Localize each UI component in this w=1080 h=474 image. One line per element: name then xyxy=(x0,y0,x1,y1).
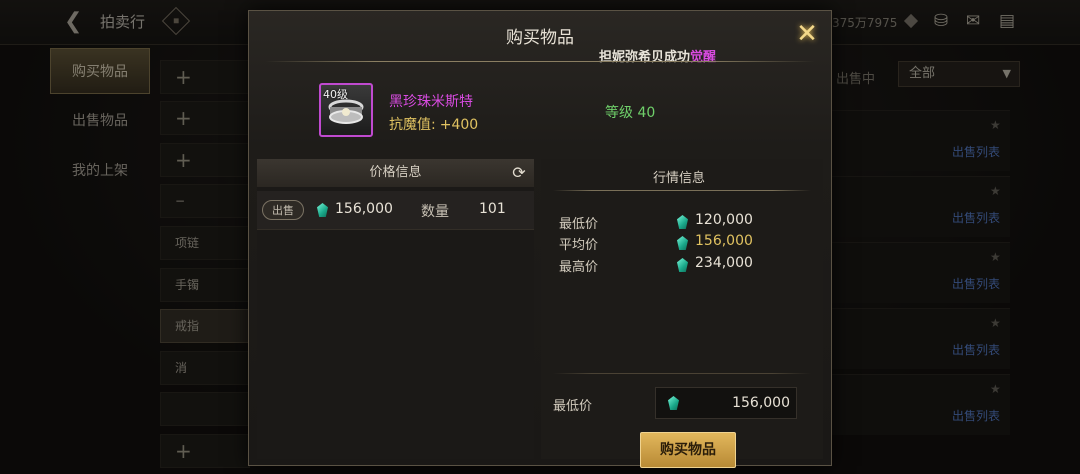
auction-screen: ❮ 拍卖行 ◆ 375万7975 ⛁ ✉ ▤ 购买物品 出售物品 我的上架 − … xyxy=(0,0,1080,474)
price-info-header: 价格信息 ⟳ xyxy=(257,159,534,187)
item-stat: 抗魔值: +400 xyxy=(389,117,479,133)
system-notice: 担妮弥希贝成功觉醒 xyxy=(599,50,717,65)
gem-currency-icon xyxy=(668,396,679,410)
min-price-label: 最低价 xyxy=(559,217,599,232)
buy-price-field: 156,000 xyxy=(655,387,797,419)
buy-item-dialog: 购买物品 担妮弥希贝成功觉醒 ✕ 40级 黑珍珠米斯特 抗魔值: +400 等级 … xyxy=(248,10,832,468)
buy-price-value: 156,000 xyxy=(732,395,790,411)
max-price-value: 234,000 xyxy=(695,255,753,271)
listing-price: 156,000 xyxy=(335,201,393,217)
title-divider xyxy=(265,61,815,62)
dialog-title: 购买物品 xyxy=(506,28,574,48)
gem-currency-icon xyxy=(677,258,688,272)
bottom-divider xyxy=(553,373,811,374)
market-info-header: 行情信息 xyxy=(652,171,705,186)
gem-currency-icon xyxy=(317,203,328,217)
gem-currency-icon xyxy=(677,215,688,229)
ring-icon xyxy=(328,99,364,124)
avg-price-value: 156,000 xyxy=(695,233,753,249)
buy-min-price-label: 最低价 xyxy=(553,399,593,414)
refresh-icon[interactable]: ⟳ xyxy=(510,164,528,182)
price-listing-row[interactable]: 出售 156,000 数量 101 xyxy=(257,191,534,230)
sale-badge: 出售 xyxy=(262,200,304,220)
item-grade: 等级 40 xyxy=(605,105,656,121)
gem-currency-icon xyxy=(677,236,688,250)
quantity-label: 数量 xyxy=(421,204,449,220)
buy-item-button[interactable]: 购买物品 xyxy=(640,432,736,468)
quantity-value: 101 xyxy=(479,201,506,217)
market-divider xyxy=(553,190,811,191)
close-icon[interactable]: ✕ xyxy=(794,21,820,47)
min-price-value: 120,000 xyxy=(695,212,753,228)
item-slot[interactable]: 40级 xyxy=(319,83,373,137)
avg-price-label: 平均价 xyxy=(559,238,599,253)
market-info-panel: 行情信息 最低价 120,000 平均价 156,000 最高价 234,000… xyxy=(541,159,823,468)
price-info-panel: 价格信息 ⟳ 出售 156,000 数量 101 xyxy=(257,159,534,459)
max-price-label: 最高价 xyxy=(559,260,599,275)
item-name: 黑珍珠米斯特 xyxy=(389,94,473,110)
